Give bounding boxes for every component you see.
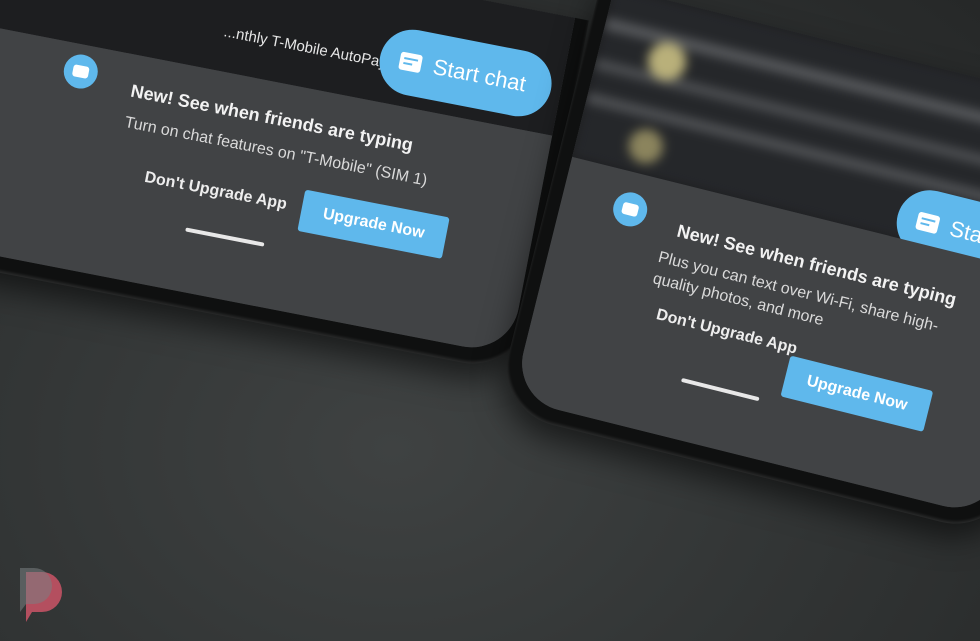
home-indicator[interactable] <box>680 377 760 402</box>
home-indicator[interactable] <box>185 227 265 247</box>
left-phone: ...nthly T-Mobile AutoPay of $65.00... 9… <box>0 0 589 374</box>
upgrade-now-button[interactable]: Upgrade Now <box>297 189 450 259</box>
chat-bubble-icon <box>398 51 424 74</box>
upgrade-now-button[interactable]: Upgrade Now <box>780 355 934 432</box>
messages-icon <box>60 51 101 92</box>
messages-icon <box>609 188 651 231</box>
start-chat-label: Start chat <box>430 53 529 97</box>
left-phone-screen: ...nthly T-Mobile AutoPay of $65.00... 9… <box>0 0 576 356</box>
droid-life-logo <box>20 568 62 622</box>
right-phone-screen: Start ch New! See when friends are typin… <box>511 0 980 518</box>
chat-bubble-icon <box>914 211 941 235</box>
dont-upgrade-button[interactable]: Don't Upgrade App <box>143 169 288 214</box>
